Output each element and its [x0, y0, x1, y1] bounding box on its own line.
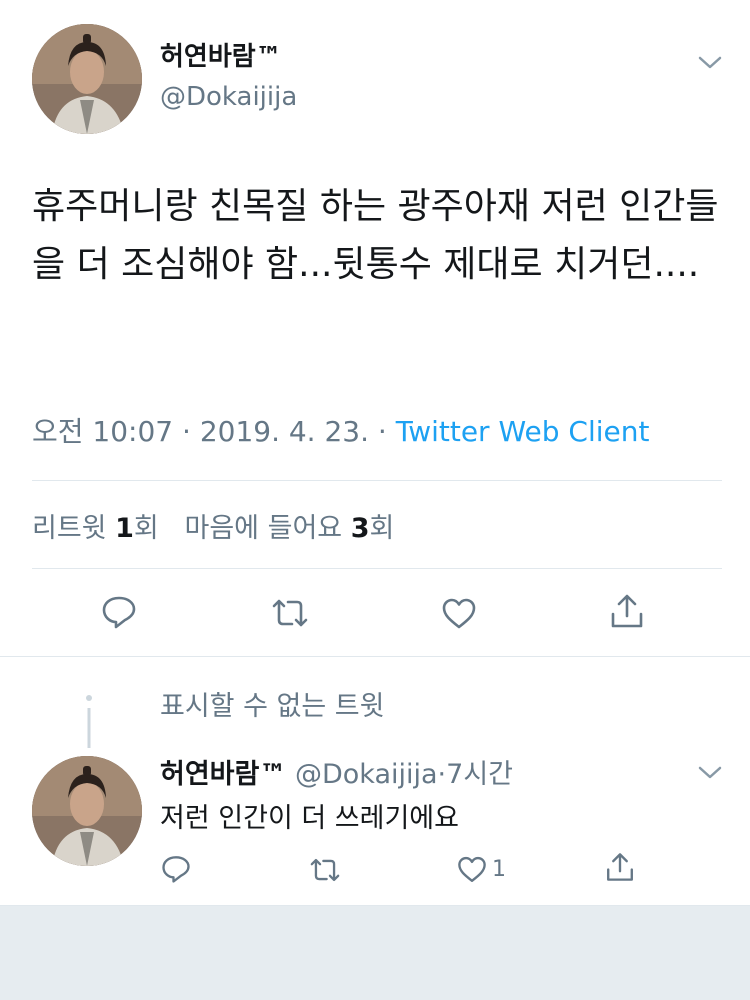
chevron-down-icon[interactable] [696, 762, 724, 782]
tweet-meta: 오전 10:07 · 2019. 4. 23. · Twitter Web Cl… [32, 410, 649, 450]
divider [32, 568, 722, 569]
author-handle[interactable]: @Dokaijija [160, 82, 297, 112]
share-button[interactable] [608, 592, 646, 630]
share-icon [611, 594, 643, 628]
reply-share-button[interactable] [604, 850, 636, 884]
chevron-down-icon[interactable] [696, 52, 724, 72]
share-icon [607, 853, 633, 881]
likes-label: 마음에 들어요 [184, 513, 351, 544]
reply-like-button[interactable]: 1 [456, 854, 506, 884]
retweets-unit: 회 [133, 513, 159, 544]
likes-count: 3 [350, 513, 370, 544]
reply-separator: · [437, 759, 447, 790]
unavailable-tweet-notice: 표시할 수 없는 트윗 [160, 691, 385, 722]
like-icon [442, 598, 476, 629]
reply-author-name[interactable]: 허연바람™ [160, 759, 286, 790]
reply-time[interactable]: 7시간 [446, 759, 513, 790]
tweet-stats: 리트윗 1회 마음에 들어요 3회 [32, 506, 394, 545]
reply-button[interactable] [100, 594, 138, 630]
reply-icon [162, 856, 190, 883]
thread-line [86, 695, 92, 748]
reply-author-avatar[interactable] [32, 756, 142, 866]
retweets-label: 리트윗 [32, 513, 116, 544]
likes-unit: 회 [369, 513, 395, 544]
like-button[interactable] [440, 596, 478, 630]
tweet-timestamp[interactable]: 오전 10:07 · 2019. 4. 23. · [32, 415, 396, 448]
tweet-text: 휴주머니랑 친목질 하는 광주아재 저런 인간들을 더 조심해야 함...뒷통수… [32, 186, 719, 285]
author-avatar[interactable] [32, 24, 142, 134]
author-name[interactable]: 허연바람™ [160, 36, 282, 73]
likes-stat[interactable]: 마음에 들어요 3회 [185, 513, 395, 544]
retweets-count: 1 [115, 513, 134, 544]
tweet-source-link[interactable]: Twitter Web Client [396, 415, 650, 448]
retweet-button[interactable] [268, 596, 312, 630]
like-icon [458, 856, 486, 882]
divider [32, 480, 722, 481]
retweet-icon [310, 858, 340, 882]
reply-retweet-button[interactable] [306, 856, 344, 884]
section-divider [0, 656, 750, 657]
reply-like-count: 1 [492, 856, 506, 882]
reply-text: 저런 인간이 더 쓰레기에요 [160, 803, 459, 834]
timeline-footer [0, 906, 750, 1000]
reply-header: 허연바람™ @Dokaijija·7시간 [160, 752, 513, 791]
reply-author-handle[interactable]: @Dokaijija [295, 759, 438, 790]
retweet-icon [272, 599, 308, 627]
reply-reply-button[interactable] [160, 854, 192, 884]
reply-icon [102, 596, 136, 629]
retweets-stat[interactable]: 리트윗 1회 [32, 513, 159, 544]
